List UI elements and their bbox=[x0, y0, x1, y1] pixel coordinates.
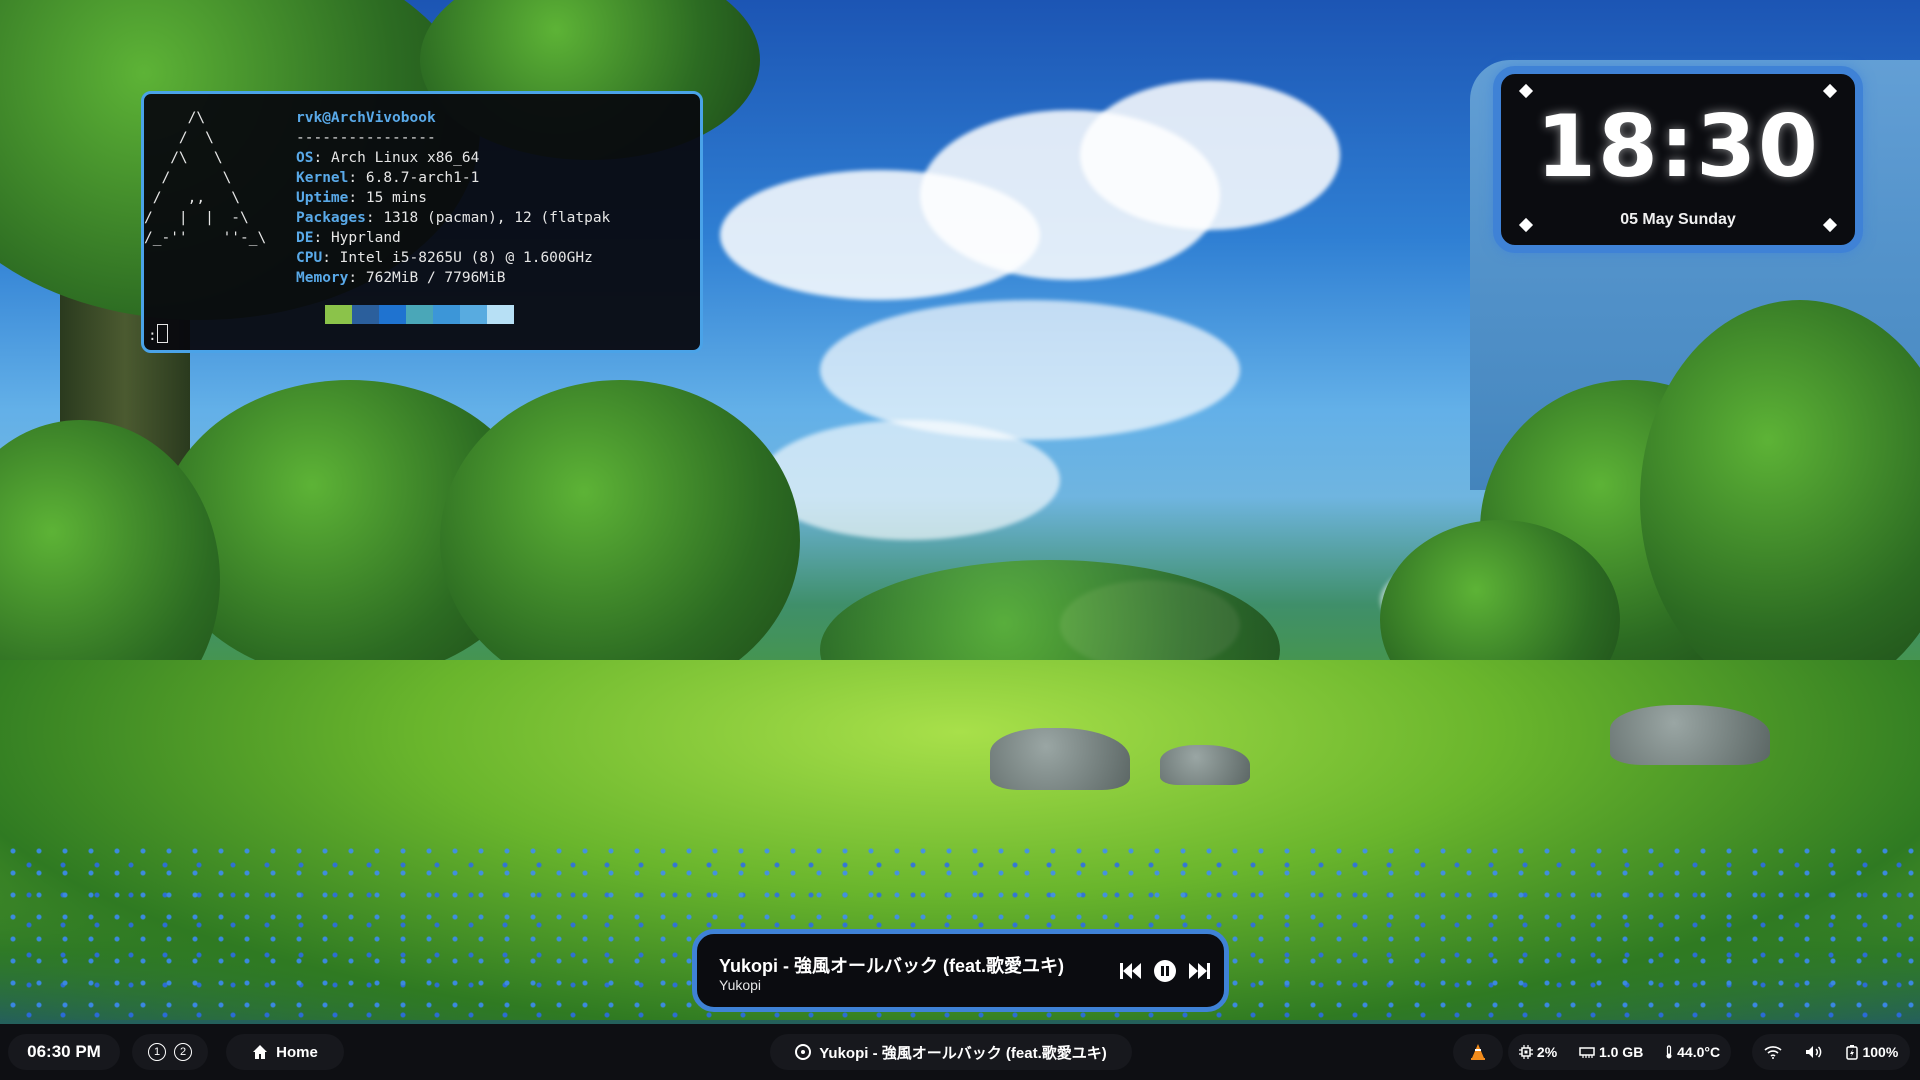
info-row-cpu: CPU: Intel i5-8265U (8) @ 1.600GHz bbox=[296, 250, 593, 266]
palette-swatch bbox=[325, 305, 352, 324]
track-title: Yukopi - 強風オールバック (feat.歌愛ユキ) bbox=[719, 956, 1065, 976]
memory-icon bbox=[1579, 1047, 1595, 1058]
wifi-icon[interactable] bbox=[1764, 1045, 1782, 1059]
corner-diamond-icon bbox=[1518, 83, 1534, 99]
info-value: 6.8.7-arch1-1 bbox=[365, 170, 480, 186]
home-icon bbox=[253, 1045, 268, 1059]
system-tray bbox=[1453, 1034, 1503, 1070]
temperature-value: 44.0°C bbox=[1677, 1044, 1721, 1060]
vlc-cone-icon[interactable] bbox=[1470, 1043, 1486, 1061]
info-value: 1318 (pacman), 12 (flatpak bbox=[383, 210, 611, 226]
memory-usage[interactable]: 1.0 GB bbox=[1579, 1044, 1643, 1060]
info-row-uptime: Uptime: 15 mins bbox=[296, 190, 427, 206]
palette-swatch bbox=[406, 305, 433, 324]
palette-swatch bbox=[460, 305, 487, 324]
workspace-switcher: 1 2 bbox=[132, 1034, 208, 1070]
info-key: Kernel bbox=[296, 170, 349, 186]
battery-status[interactable]: 100% bbox=[1846, 1044, 1898, 1060]
corner-diamond-icon bbox=[1822, 83, 1838, 99]
info-value: 762MiB / 7796MiB bbox=[365, 270, 506, 286]
cpu-usage[interactable]: 2% bbox=[1518, 1044, 1558, 1060]
clock-time: 18:30 bbox=[1536, 97, 1820, 197]
system-info: rvk@ArchVivobook ---------------- OS: Ar… bbox=[296, 108, 610, 288]
info-value: Hyprland bbox=[330, 230, 401, 246]
next-track-button[interactable] bbox=[1186, 958, 1212, 984]
previous-icon bbox=[1120, 963, 1141, 979]
arch-ascii-logo: /\ / \ /\ \ / \ / ,, \ / | | -\ /_-'' ''… bbox=[144, 110, 267, 246]
separator: ---------------- bbox=[296, 130, 436, 146]
cpu-value: 2% bbox=[1536, 1044, 1558, 1060]
bar-clock[interactable]: 06:30 PM bbox=[8, 1034, 120, 1070]
user-host: rvk@ArchVivobook bbox=[296, 110, 436, 126]
info-row-os: OS: Arch Linux x86_64 bbox=[296, 150, 480, 166]
temperature-reading[interactable]: 44.0°C bbox=[1665, 1044, 1720, 1060]
status-bar: 06:30 PM 1 2 Home Yukopi - 強風オールバック (fea… bbox=[0, 1024, 1920, 1080]
info-key: DE bbox=[296, 230, 314, 246]
battery-value: 100% bbox=[1862, 1044, 1899, 1060]
home-button[interactable]: Home bbox=[226, 1034, 344, 1070]
info-value: 15 mins bbox=[365, 190, 427, 206]
clock-widget: 18:30 05 May Sunday bbox=[1493, 66, 1863, 253]
play-pause-button[interactable] bbox=[1152, 958, 1178, 984]
media-player-widget[interactable]: Yukopi - 強風オールバック (feat.歌愛ユキ) Yukopi bbox=[692, 929, 1229, 1012]
media-controls bbox=[1118, 958, 1212, 984]
info-key: Packages bbox=[296, 210, 366, 226]
home-label: Home bbox=[276, 1043, 318, 1061]
info-row-kernel: Kernel: 6.8.7-arch1-1 bbox=[296, 170, 480, 186]
previous-track-button[interactable] bbox=[1118, 958, 1144, 984]
palette-swatch bbox=[487, 305, 514, 324]
info-key: OS bbox=[296, 150, 314, 166]
battery-charging-icon bbox=[1846, 1045, 1859, 1060]
info-row-de: DE: Hyprland bbox=[296, 230, 401, 246]
text-cursor bbox=[156, 324, 168, 343]
palette-swatch bbox=[352, 305, 379, 324]
terminal-window[interactable]: /\ / \ /\ \ / \ / ,, \ / | | -\ /_-'' ''… bbox=[141, 91, 703, 353]
info-row-packages: Packages: 1318 (pacman), 12 (flatpak bbox=[296, 210, 611, 226]
info-value: Intel i5-8265U (8) @ 1.600GHz bbox=[339, 250, 593, 266]
info-key: Uptime bbox=[296, 190, 349, 206]
shell-prompt[interactable]: : bbox=[148, 324, 168, 344]
system-indicators: 100% bbox=[1752, 1034, 1910, 1070]
track-artist: Yukopi bbox=[719, 977, 762, 993]
volume-icon[interactable] bbox=[1805, 1045, 1823, 1059]
info-key: CPU bbox=[296, 250, 323, 266]
workspace-1-button[interactable]: 1 bbox=[148, 1043, 166, 1061]
cpu-icon bbox=[1518, 1045, 1533, 1059]
palette-swatch bbox=[433, 305, 460, 324]
info-value: Arch Linux x86_64 bbox=[330, 150, 480, 166]
music-disc-icon bbox=[795, 1044, 812, 1060]
system-stats: 2% 1.0 GB 44.0°C bbox=[1508, 1034, 1731, 1070]
workspace-2-button[interactable]: 2 bbox=[174, 1043, 192, 1061]
info-row-memory: Memory: 762MiB / 7796MiB bbox=[296, 270, 506, 286]
now-playing[interactable]: Yukopi - 強風オールバック (feat.歌愛ユキ) bbox=[770, 1034, 1132, 1070]
clock-date: 05 May Sunday bbox=[1620, 211, 1736, 228]
memory-value: 1.0 GB bbox=[1598, 1044, 1644, 1060]
thermometer-icon bbox=[1666, 1045, 1672, 1059]
next-icon bbox=[1189, 963, 1210, 979]
info-key: Memory bbox=[296, 270, 349, 286]
palette-swatch bbox=[379, 305, 406, 324]
prompt-symbol: : bbox=[148, 328, 157, 344]
now-playing-title: Yukopi - 強風オールバック (feat.歌愛ユキ) bbox=[819, 1044, 1107, 1062]
color-palette bbox=[325, 305, 514, 324]
pause-icon bbox=[1154, 960, 1176, 982]
